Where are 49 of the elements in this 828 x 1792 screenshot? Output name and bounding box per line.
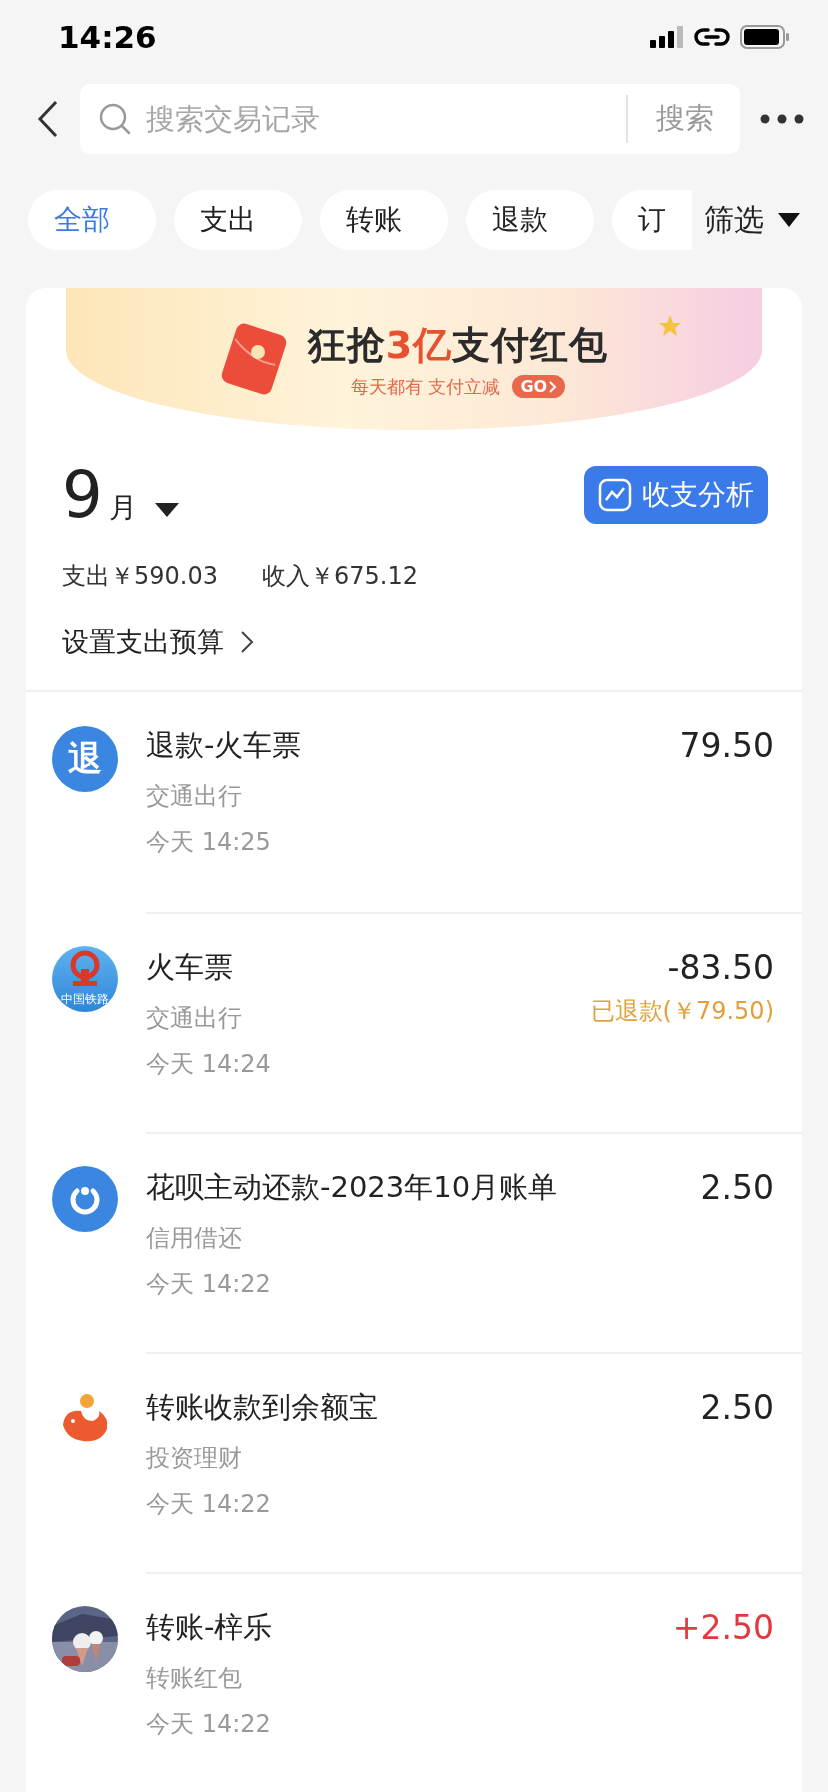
status-time: 14:26 [58, 19, 157, 55]
star-icon [658, 314, 682, 338]
filter-tab[interactable]: 全部 [28, 190, 156, 250]
caret-icon [154, 503, 179, 517]
filter-tab[interactable]: 订 [612, 190, 692, 250]
signal-icon [650, 26, 684, 48]
income-total: 收入￥675.12 [262, 561, 418, 592]
filter-tab[interactable]: 退款 [466, 190, 594, 250]
transaction-title: 转账-梓乐 [146, 1609, 274, 1646]
banner-subtitle: 每天都有 支付立减 [350, 374, 501, 399]
railway-logo-icon: 中国铁路 [52, 946, 118, 1012]
expense-total: 支出￥590.03 [62, 561, 218, 592]
chevron-icon [240, 630, 254, 654]
budget-link[interactable]: 设置支出预算 [26, 592, 290, 690]
transaction-amount: 79.50 [679, 726, 774, 765]
link-icon [694, 25, 730, 49]
transaction-title: 火车票 [146, 949, 234, 986]
transaction-title: 退款-火车票 [146, 727, 303, 764]
promo-banner[interactable]: 狂抢3亿支付红包 每天都有 支付立减 GO [66, 288, 762, 430]
caret-icon [778, 213, 800, 227]
transaction-title: 转账收款到余额宝 [146, 1389, 379, 1426]
back-button[interactable] [36, 99, 60, 139]
chart-icon [598, 478, 632, 512]
transaction-amount: +2.50 [672, 1608, 774, 1647]
search-icon [98, 102, 132, 136]
transaction-time: 今天 14:24 [146, 1049, 272, 1080]
transaction-category: 信用借还 [146, 1223, 243, 1254]
more-button[interactable] [760, 114, 804, 124]
transaction-time: 今天 14:25 [146, 827, 272, 858]
filter-tab[interactable]: 转账 [320, 190, 448, 250]
analysis-button[interactable]: 收支分析 [584, 466, 768, 524]
month-picker[interactable]: 9 月 [62, 458, 179, 532]
transaction-category: 投资理财 [146, 1443, 243, 1474]
transaction-time: 今天 14:22 [146, 1489, 272, 1520]
transaction-category: 交通出行 [146, 781, 243, 812]
chevron-icon [549, 380, 558, 393]
transaction-amount: 2.50 [700, 1168, 774, 1207]
transaction-amount: 2.50 [700, 1388, 774, 1427]
transaction-title: 花呗主动还款-2023年10月账单 [146, 1169, 559, 1206]
refund-note: 已退款(￥79.50) [590, 996, 774, 1027]
refund-icon: 退 [52, 726, 118, 792]
transaction-amount: -83.50 [667, 948, 774, 987]
filter-tab[interactable]: 支出 [174, 190, 302, 250]
transaction-time: 今天 14:22 [146, 1709, 272, 1740]
transaction-time: 今天 14:22 [146, 1269, 272, 1300]
transaction-category: 交通出行 [146, 1003, 243, 1034]
banner-title: 狂抢3亿支付红包 [307, 321, 609, 369]
battery-icon [740, 25, 790, 49]
transaction-category: 转账红包 [146, 1663, 243, 1694]
